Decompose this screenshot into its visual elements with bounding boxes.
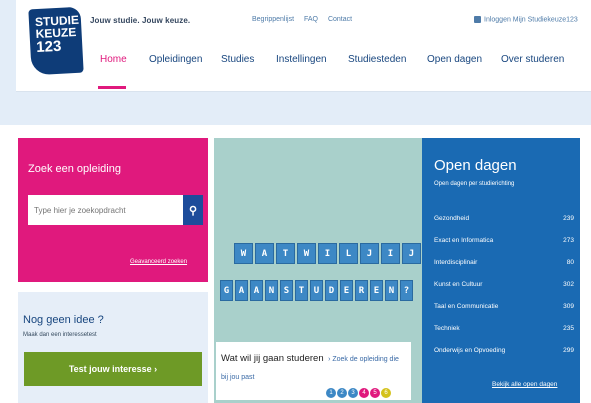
interest-test-panel: Nog geen idee ? Maak dan een interessete… xyxy=(18,292,208,403)
logo-line-3: 123 xyxy=(35,37,62,57)
begrippenlijst-link[interactable]: Begrippenlijst xyxy=(252,16,294,23)
nav-over-studeren[interactable]: Over studeren xyxy=(501,54,564,65)
idee-title: Nog geen idee ? xyxy=(23,314,104,326)
banner-letter-block: ? xyxy=(400,280,413,301)
slider-dot[interactable]: 1 xyxy=(326,388,336,398)
banner-letter-block: I xyxy=(318,243,337,264)
page: STUDIE KEUZE 123 Jouw studie. Jouw keuze… xyxy=(0,0,591,403)
login-link[interactable]: Inloggen Mijn Studiekeuze123 xyxy=(474,16,578,23)
caption-title: Wat wil jij gaan studeren xyxy=(221,353,324,364)
open-dagen-row-count: 299 xyxy=(563,347,574,354)
slider-dots: 123456 xyxy=(326,388,391,398)
banner-letter-block: I xyxy=(381,243,400,264)
nav-instellingen[interactable]: Instellingen xyxy=(276,54,327,65)
all-open-days-link[interactable]: Bekijk alle open dagen xyxy=(492,381,557,388)
slider-dot[interactable]: 4 xyxy=(359,388,369,398)
top-links: Begrippenlijst FAQ Contact xyxy=(252,16,360,23)
search-button[interactable]: ⚲ xyxy=(183,195,203,225)
banner-letter-block: A xyxy=(235,280,248,301)
header-bar xyxy=(16,0,591,92)
idee-subtitle: Maak dan een interessetest xyxy=(23,332,97,338)
search-panel: Zoek een opleiding ⚲ Geavanceerd zoeken xyxy=(18,138,208,282)
banner-letter-block: E xyxy=(340,280,353,301)
banner-row-2: G A A N S T U D E R E N? xyxy=(220,280,413,301)
open-dagen-row[interactable]: Interdisciplinair 80 xyxy=(434,259,574,266)
nav-active-underline xyxy=(98,86,126,89)
open-dagen-row-count: 302 xyxy=(563,281,574,288)
slider-dot[interactable]: 3 xyxy=(348,388,358,398)
slider-dot[interactable]: 5 xyxy=(370,388,380,398)
banner-letter-block: W xyxy=(234,243,253,264)
nav-studies[interactable]: Studies xyxy=(221,54,254,65)
banner-letter-block: J xyxy=(360,243,379,264)
open-dagen-row-count: 239 xyxy=(563,215,574,222)
banner-letter-block: L xyxy=(339,243,358,264)
search-title: Zoek een opleiding xyxy=(28,163,121,175)
advanced-search-link[interactable]: Geavanceerd zoeken xyxy=(130,259,187,265)
banner-letter-block: S xyxy=(280,280,293,301)
banner-row-1: WATWILJIJ xyxy=(234,243,421,264)
open-dagen-row[interactable]: Gezondheid 239 xyxy=(434,215,574,222)
open-dagen-row-count: 80 xyxy=(566,259,574,266)
open-dagen-title: Open dagen xyxy=(434,157,517,174)
hero-banner[interactable]: WATWILJIJ G A A N S T U D E R E N? Wat wil jij gaan… xyxy=(214,138,422,403)
open-dagen-row[interactable]: Exact en Informatica 273 xyxy=(434,237,574,244)
open-dagen-row-label: Kunst en Cultuur xyxy=(434,281,483,288)
open-dagen-row[interactable]: Techniek 235 xyxy=(434,325,574,332)
open-dagen-row[interactable]: Onderwijs en Opvoeding 299 xyxy=(434,347,574,354)
lock-icon xyxy=(474,16,481,23)
slider-dot[interactable]: 6 xyxy=(381,388,391,398)
open-dagen-row-label: Onderwijs en Opvoeding xyxy=(434,347,506,354)
nav-open-dagen[interactable]: Open dagen xyxy=(427,54,482,65)
banner-letter-block: U xyxy=(310,280,323,301)
test-interest-button[interactable]: Test jouw interesse › xyxy=(24,352,202,386)
open-dagen-row[interactable]: Kunst en Cultuur 302 xyxy=(434,281,574,288)
open-dagen-subtitle: Open dagen per studierichting xyxy=(434,181,515,187)
banner-letter-block: D xyxy=(325,280,338,301)
nav-opleidingen[interactable]: Opleidingen xyxy=(149,54,202,65)
open-dagen-row[interactable]: Taal en Communicatie 309 xyxy=(434,303,574,310)
login-label: Inloggen Mijn Studiekeuze123 xyxy=(484,16,578,24)
open-dagen-row-label: Gezondheid xyxy=(434,215,470,222)
open-dagen-row-label: Taal en Communicatie xyxy=(434,303,499,310)
tagline: Jouw studie. Jouw keuze. xyxy=(90,16,191,25)
open-dagen-row-label: Techniek xyxy=(434,325,460,332)
banner-letter-block: T xyxy=(276,243,295,264)
banner-letter-block: W xyxy=(297,243,316,264)
open-dagen-row-count: 235 xyxy=(563,325,574,332)
banner-letter-block: A xyxy=(255,243,274,264)
search-input[interactable] xyxy=(28,195,183,225)
banner-letter-block: G xyxy=(220,280,233,301)
open-dagen-row-label: Exact en Informatica xyxy=(434,237,494,244)
contact-link[interactable]: Contact xyxy=(328,16,352,23)
banner-letter-block: J xyxy=(402,243,421,264)
nav-home[interactable]: Home xyxy=(100,54,127,65)
slider-dot[interactable]: 2 xyxy=(337,388,347,398)
banner-letter-block: E xyxy=(370,280,383,301)
open-dagen-row-label: Interdisciplinair xyxy=(434,259,478,266)
open-dagen-row-count: 309 xyxy=(563,303,574,310)
site-logo[interactable]: STUDIE KEUZE 123 xyxy=(28,6,84,76)
banner-letter-block: T xyxy=(295,280,308,301)
nav-studiesteden[interactable]: Studiesteden xyxy=(348,54,406,65)
banner-letter-block: N xyxy=(265,280,278,301)
banner-letter-block: N xyxy=(385,280,398,301)
open-dagen-row-count: 273 xyxy=(563,237,574,244)
open-dagen-panel: Open dagen Open dagen per studierichting… xyxy=(422,138,580,403)
faq-link[interactable]: FAQ xyxy=(304,16,318,23)
banner-letter-block: A xyxy=(250,280,263,301)
banner-letter-block: R xyxy=(355,280,368,301)
search-icon: ⚲ xyxy=(188,204,198,217)
